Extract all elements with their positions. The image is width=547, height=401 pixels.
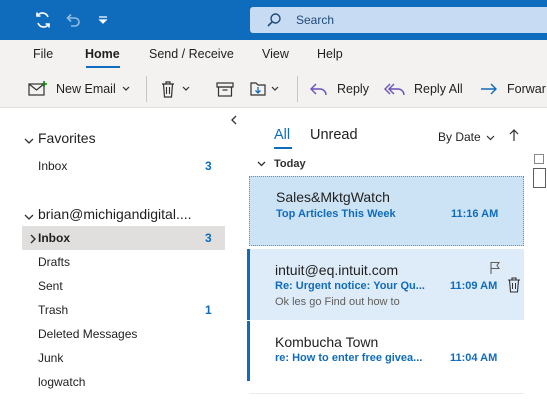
row-divider	[249, 393, 524, 394]
chevron-right-icon[interactable]	[30, 233, 36, 244]
message-item[interactable]: Sales&MktgWatch Top Articles This Week 1…	[249, 176, 524, 246]
unread-count: 1	[205, 303, 212, 317]
ribbon: New Email Reply Reply All Forwar	[0, 70, 547, 108]
reply-all-label: Reply All	[414, 82, 463, 96]
forward-button[interactable]: Forwar	[479, 78, 546, 100]
reply-button[interactable]: Reply	[309, 78, 369, 100]
tab-help[interactable]: Help	[317, 47, 343, 61]
message-subject: Top Articles This Week	[276, 208, 396, 220]
message-list-scrollbar[interactable]	[531, 152, 547, 401]
message-preview: Ok les go Find out how to	[275, 296, 400, 308]
delete-button[interactable]	[160, 78, 190, 100]
new-email-label: New Email	[56, 82, 116, 96]
search-icon	[266, 12, 282, 28]
chevron-down-icon	[24, 133, 34, 144]
folder-drafts[interactable]: Drafts	[38, 255, 70, 269]
active-tab-indicator	[86, 66, 120, 68]
chevron-down-icon[interactable]	[182, 86, 190, 92]
scroll-thumb[interactable]	[533, 168, 546, 188]
tab-file[interactable]: File	[33, 47, 53, 61]
account-header[interactable]: brian@michigandigital....	[24, 206, 192, 222]
tab-home[interactable]: Home	[85, 47, 120, 61]
folder-pane: Favorites Inbox 3 brian@michigandigital.…	[0, 108, 247, 401]
collapse-pane-icon[interactable]	[230, 114, 238, 125]
delete-icon[interactable]	[507, 277, 521, 293]
new-email-icon	[28, 81, 48, 97]
chevron-down-icon[interactable]	[271, 86, 279, 92]
archive-icon	[216, 81, 234, 97]
search-box[interactable]: Search	[250, 7, 547, 33]
unread-count: 3	[205, 159, 212, 173]
message-time: 11:16 AM	[451, 208, 499, 220]
folder-deleted-messages[interactable]: Deleted Messages	[38, 327, 137, 341]
reply-all-icon	[384, 81, 406, 97]
account-label: brian@michigandigital....	[38, 206, 192, 222]
unread-count: 3	[205, 231, 212, 245]
folder-logwatch[interactable]: logwatch	[38, 375, 85, 389]
group-header-today[interactable]: Today	[257, 158, 306, 170]
new-email-button[interactable]: New Email	[28, 78, 130, 100]
message-sender: Kombucha Town	[275, 334, 379, 350]
undo-icon[interactable]	[63, 10, 83, 30]
search-placeholder: Search	[296, 13, 335, 27]
menu-bar: File Home Send / Receive View Help	[0, 40, 547, 70]
favorites-header[interactable]: Favorites	[24, 130, 96, 146]
tab-send-receive[interactable]: Send / Receive	[149, 47, 234, 61]
customize-caret-icon[interactable]	[95, 12, 115, 32]
folder-trash[interactable]: Trash	[38, 303, 68, 317]
reply-all-button[interactable]: Reply All	[384, 78, 463, 100]
message-item[interactable]: Kombucha Town re: How to enter free give…	[247, 321, 524, 381]
reply-icon	[309, 81, 329, 97]
sort-dropdown[interactable]: By Date	[438, 130, 495, 144]
message-item[interactable]: intuit@eq.intuit.com Re: Urgent notice: …	[247, 249, 524, 320]
folder-inbox[interactable]: Inbox	[38, 231, 70, 245]
message-time: 11:04 AM	[450, 352, 498, 364]
folder-sent[interactable]: Sent	[38, 279, 63, 293]
message-time: 11:09 AM	[450, 280, 498, 292]
message-sender: Sales&MktgWatch	[276, 189, 390, 205]
sort-label: By Date	[438, 130, 481, 144]
move-button[interactable]	[249, 78, 279, 100]
folder-favorites-inbox[interactable]: Inbox	[38, 159, 67, 173]
ribbon-divider	[297, 76, 298, 102]
sync-icon[interactable]	[33, 10, 53, 30]
chevron-down-icon	[24, 209, 34, 220]
message-subject: Re: Urgent notice: Your Qu...	[275, 280, 425, 292]
group-label: Today	[274, 158, 306, 170]
reply-label: Reply	[337, 82, 369, 96]
scroll-up-icon[interactable]	[534, 154, 544, 164]
sort-direction-icon[interactable]	[509, 128, 519, 142]
title-bar: Search	[0, 0, 547, 40]
filter-active-indicator	[274, 147, 292, 149]
chevron-down-icon	[486, 130, 495, 144]
forward-label: Forwar	[507, 82, 546, 96]
message-subject: re: How to enter free givea...	[275, 352, 423, 364]
tab-view[interactable]: View	[262, 47, 289, 61]
message-list: All Unread By Date Today Sales&MktgWatch…	[247, 108, 547, 401]
archive-button[interactable]	[216, 78, 234, 100]
filter-unread-tab[interactable]: Unread	[310, 127, 358, 143]
favorites-label: Favorites	[38, 130, 96, 146]
filter-all-tab[interactable]: All	[274, 127, 290, 143]
forward-icon	[479, 81, 499, 97]
message-sender: intuit@eq.intuit.com	[275, 262, 399, 278]
move-to-folder-icon	[249, 80, 269, 98]
delete-icon	[160, 80, 176, 98]
flag-icon[interactable]	[488, 261, 502, 275]
chevron-down-icon	[257, 161, 266, 167]
ribbon-divider	[146, 76, 147, 102]
folder-junk[interactable]: Junk	[38, 351, 63, 365]
chevron-down-icon[interactable]	[122, 86, 130, 92]
